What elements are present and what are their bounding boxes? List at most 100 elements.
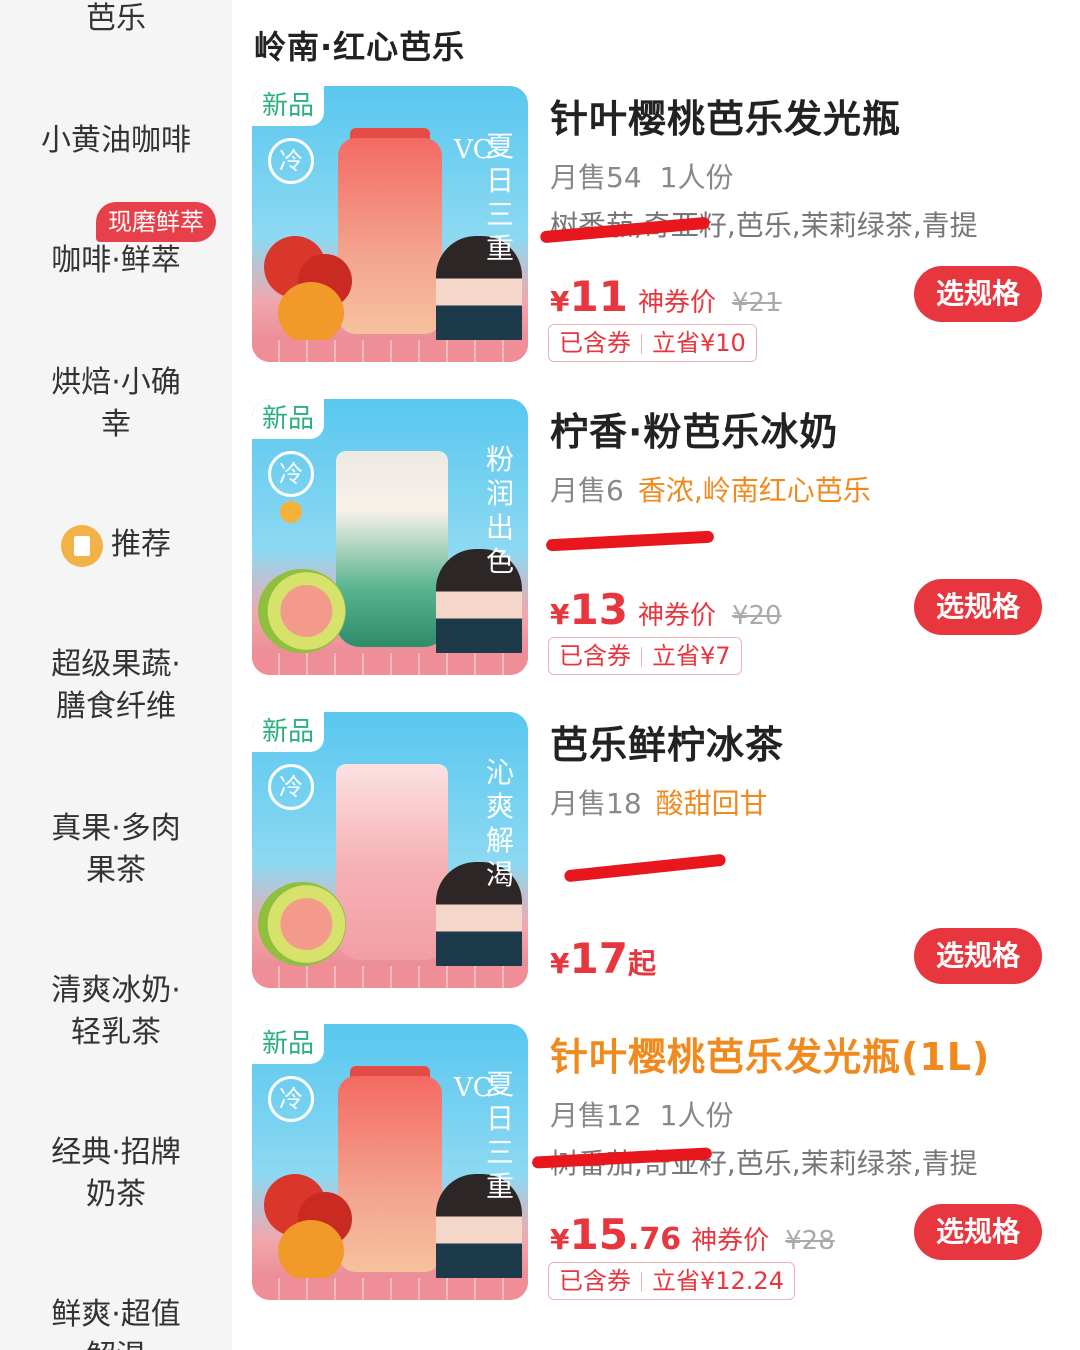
- category-sidebar: 芭乐 小黄油咖啡 现磨鲜萃 咖啡·鲜萃 烘焙·小确 幸 推荐 超级果蔬· 膳食纤…: [0, 0, 232, 1350]
- warm-drink-icon: [280, 501, 302, 523]
- product-meta: 月售6 香浓,岭南红心芭乐: [550, 469, 871, 509]
- product-image[interactable]: 新品 冷 夏日三重 VC: [252, 1024, 528, 1300]
- sidebar-item-label: 鲜爽·超值: [51, 1297, 181, 1332]
- new-product-tag: 新品: [252, 86, 325, 126]
- sidebar-item-label: 解渴: [0, 1336, 232, 1350]
- sidebar-item-super-veggie[interactable]: 超级果蔬· 膳食纤维: [0, 644, 232, 728]
- image-slogan-vc: VC: [454, 1073, 493, 1103]
- select-spec-button[interactable]: 选规格: [914, 266, 1042, 322]
- price-from-suffix: 起: [627, 947, 656, 980]
- sidebar-item-butter-coffee[interactable]: 小黄油咖啡: [0, 120, 232, 162]
- image-slogan: 沁爽解渴: [485, 756, 514, 891]
- price-integer: 13: [569, 585, 628, 634]
- product-name[interactable]: 针叶樱桃芭乐发光瓶: [550, 88, 901, 143]
- product-image[interactable]: 新品 冷 粉润出色: [252, 399, 528, 675]
- sidebar-item-value[interactable]: 鲜爽·超值 解渴: [0, 1294, 232, 1350]
- price-label: 神券价: [637, 288, 716, 318]
- product-meta: 月售54 1人份: [550, 156, 733, 196]
- bottle-graphic: [338, 1076, 442, 1272]
- image-slogan: 粉润出色: [485, 443, 514, 578]
- tile-floor-graphic: [252, 653, 528, 675]
- section-title: 岭南·红心芭乐: [254, 28, 466, 66]
- coupon-included-label: 已含券: [559, 642, 631, 670]
- sidebar-item-label: 真果·多肉: [51, 811, 181, 846]
- cold-drink-icon: 冷: [268, 1076, 314, 1122]
- sidebar-item-label: 幸: [101, 407, 131, 442]
- sidebar-item-label: 清爽冰奶·: [51, 973, 181, 1008]
- price-row: ¥11 神券价 ¥21: [550, 272, 782, 321]
- monthly-sales: 月售6: [550, 474, 624, 507]
- orange-fruit-graphic: [278, 1220, 344, 1282]
- fresh-brew-badge: 现磨鲜萃: [96, 202, 216, 242]
- product-meta: 月售12 1人份: [550, 1094, 733, 1134]
- coupon-info: 已含券 立省¥12.24: [548, 1262, 795, 1300]
- currency-symbol: ¥: [550, 598, 570, 631]
- product-name[interactable]: 芭乐鲜柠冰茶: [550, 714, 784, 769]
- sidebar-item-classic-milk-tea[interactable]: 经典·招牌 奶茶: [0, 1132, 232, 1216]
- sidebar-item-label: 超级果蔬·: [51, 647, 181, 682]
- coupon-divider: [641, 334, 642, 354]
- tile-floor-graphic: [252, 966, 528, 988]
- coupon-divider: [641, 647, 642, 667]
- select-spec-button[interactable]: 选规格: [914, 1204, 1042, 1260]
- product-card[interactable]: 新品 冷 夏日三重 VC 针叶樱桃芭乐发光瓶(1L) 月售12 1人份 树番茄,奇…: [252, 1024, 1062, 1300]
- currency-symbol: ¥: [550, 285, 570, 318]
- sidebar-item-bakery[interactable]: 烘焙·小确 幸: [0, 362, 232, 446]
- product-card[interactable]: 新品 冷 粉润出色 柠香·粉芭乐冰奶 月售6 香浓,岭南红心芭乐 ¥13 神券价 ¥2…: [252, 399, 1062, 675]
- product-image[interactable]: 新品 冷 夏日三重 VC: [252, 86, 528, 362]
- original-price: ¥21: [731, 288, 782, 318]
- select-spec-button[interactable]: 选规格: [914, 928, 1042, 984]
- new-product-tag: 新品: [252, 399, 325, 439]
- cold-drink-icon: 冷: [268, 764, 314, 810]
- select-spec-button[interactable]: 选规格: [914, 579, 1042, 635]
- monthly-sales: 月售54: [550, 161, 642, 194]
- sidebar-item-fruit-tea[interactable]: 真果·多肉 果茶: [0, 808, 232, 892]
- serving-size: 1人份: [659, 161, 734, 194]
- sidebar-item-guava[interactable]: 芭乐: [0, 0, 232, 40]
- sidebar-item-label: 烘焙·小确: [51, 365, 181, 400]
- sidebar-item-label: 推荐: [111, 527, 171, 562]
- cold-drink-icon: 冷: [268, 451, 314, 497]
- new-product-tag: 新品: [252, 712, 325, 752]
- price-integer: 17: [569, 934, 628, 983]
- sidebar-item-label: 咖啡·鲜萃: [51, 243, 181, 278]
- coupon-saved-amount: 立省¥7: [652, 642, 731, 670]
- sidebar-item-label: 奶茶: [86, 1177, 146, 1212]
- orange-fruit-graphic: [278, 282, 344, 344]
- sidebar-item-label: 轻乳茶: [71, 1015, 161, 1050]
- sidebar-item-iced-milk[interactable]: 清爽冰奶· 轻乳茶: [0, 970, 232, 1054]
- guava-graphic: [258, 569, 346, 653]
- flavor-tags: 酸甜回甘: [655, 787, 768, 820]
- coupon-info: 已含券 立省¥7: [548, 637, 742, 675]
- product-image[interactable]: 新品 冷 沁爽解渴: [252, 712, 528, 988]
- product-card[interactable]: 新品 冷 沁爽解渴 芭乐鲜柠冰茶 月售18 酸甜回甘 ¥17起 选规格: [252, 712, 1062, 988]
- currency-symbol: ¥: [550, 947, 570, 980]
- product-card[interactable]: 新品 冷 夏日三重 VC 针叶樱桃芭乐发光瓶 月售54 1人份 树番茄,奇亚籽,芭…: [252, 86, 1062, 362]
- sidebar-item-recommend[interactable]: 推荐: [0, 524, 232, 567]
- monthly-sales: 月售18: [550, 787, 642, 820]
- cup-graphic: [336, 451, 448, 647]
- sidebar-item-label: 小黄油咖啡: [41, 123, 191, 158]
- product-name[interactable]: 针叶樱桃芭乐发光瓶(1L): [550, 1026, 990, 1081]
- monthly-sales: 月售12: [550, 1099, 642, 1132]
- sidebar-item-label: 果茶: [86, 853, 146, 888]
- red-scribble-mark: [545, 530, 715, 552]
- price-row: ¥17起: [550, 934, 656, 983]
- cup-graphic: [336, 764, 448, 960]
- tile-floor-graphic: [252, 1278, 528, 1300]
- sidebar-item-label: 经典·招牌: [51, 1135, 181, 1170]
- sidebar-item-label: 芭乐: [86, 1, 146, 36]
- cold-drink-icon: 冷: [268, 138, 314, 184]
- sidebar-item-label: 膳食纤维: [56, 689, 176, 724]
- price-row: ¥13 神券价 ¥20: [550, 585, 782, 634]
- red-scribble-mark: [563, 853, 727, 883]
- price-row: ¥15.76 神券价 ¥28: [550, 1210, 835, 1259]
- sidebar-item-coffee[interactable]: 咖啡·鲜萃: [0, 240, 232, 282]
- original-price: ¥20: [731, 601, 782, 631]
- coupon-saved-amount: 立省¥10: [652, 329, 746, 357]
- coupon-included-label: 已含券: [559, 1267, 631, 1295]
- price-integer: 11: [569, 272, 628, 321]
- flavor-tags: 香浓,岭南红心芭乐: [637, 474, 871, 507]
- image-slogan-vc: VC: [454, 135, 493, 165]
- product-name[interactable]: 柠香·粉芭乐冰奶: [550, 401, 838, 456]
